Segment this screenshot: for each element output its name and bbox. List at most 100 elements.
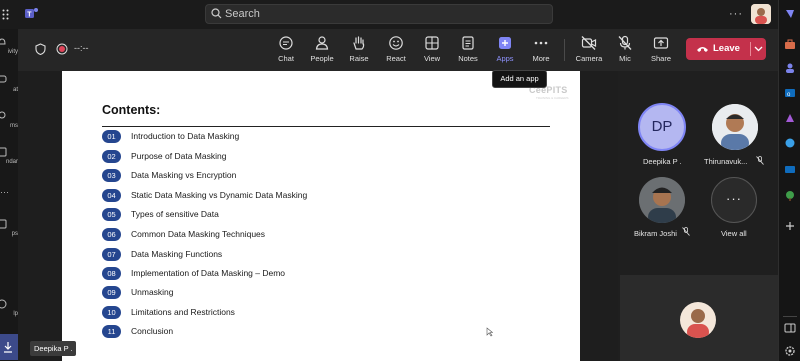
toolbar-divider xyxy=(564,39,565,61)
toc-text: Purpose of Data Masking xyxy=(131,151,227,161)
participant-name: Bikram Joshi xyxy=(634,229,677,238)
toc-text: Introduction to Data Masking xyxy=(131,131,240,141)
apps-icon xyxy=(499,37,511,49)
toc-text: Limitations and Restrictions xyxy=(131,307,235,317)
participants-panel: DP Deepika P . Thirunavuk... Bikram Josh… xyxy=(618,71,778,273)
toolbar-more-label: More xyxy=(532,54,550,63)
rail-help-label: lp xyxy=(13,311,18,317)
toc-text: Implementation of Data Masking – Demo xyxy=(131,268,286,278)
toolbar-chat-label: Chat xyxy=(278,54,294,63)
toc-text: Static Data Masking vs Dynamic Data Mask… xyxy=(131,190,308,200)
view-all-button[interactable]: ··· xyxy=(711,177,757,223)
participant-avatar[interactable]: DP xyxy=(638,103,686,151)
rail-apps[interactable]: ps xyxy=(0,219,18,237)
teams-icon xyxy=(0,111,6,119)
slide-title: Contents: xyxy=(102,103,161,117)
meeting-timer: --:-- xyxy=(74,43,89,53)
tree-icon[interactable] xyxy=(784,190,796,202)
more-options-icon[interactable]: ··· xyxy=(729,8,743,20)
view-all-icon: ··· xyxy=(726,191,742,206)
toc-number: 08 xyxy=(102,267,121,280)
chevron-down-icon xyxy=(754,46,763,52)
recording-icon xyxy=(56,43,68,55)
toolbar-react-label: React xyxy=(386,54,406,63)
leave-divider xyxy=(750,42,751,56)
outlook-icon[interactable]: o xyxy=(784,87,796,99)
participant-name: Deepika P . xyxy=(643,157,682,166)
toc-number: 07 xyxy=(102,248,121,261)
teams-logo-icon: T xyxy=(25,7,38,20)
rail-divider xyxy=(783,316,797,317)
left-rail: ivity at ms ndar ··· ps lp xyxy=(0,29,18,361)
sidebar-toggle-icon[interactable] xyxy=(784,323,796,333)
mic-muted-icon xyxy=(756,156,764,165)
toolbar-share-label: Share xyxy=(650,54,671,63)
search-input[interactable]: Search xyxy=(205,4,553,24)
mouse-cursor-icon xyxy=(486,327,493,337)
toolbar-share-button[interactable]: Share xyxy=(643,35,679,63)
top-bar: T Search ··· xyxy=(0,0,800,29)
toc-number: 06 xyxy=(102,228,121,241)
right-app-rail: o xyxy=(778,0,800,361)
toolbar-camera-label: Camera xyxy=(575,54,603,63)
toc-number: 01 xyxy=(102,130,121,143)
rail-more-icon[interactable]: ··· xyxy=(0,187,18,197)
download-button[interactable] xyxy=(0,334,18,360)
self-avatar[interactable] xyxy=(680,302,716,338)
chat-icon xyxy=(0,75,7,83)
participant-avatar[interactable] xyxy=(712,104,758,150)
people-icon[interactable] xyxy=(784,62,796,74)
mail-icon[interactable] xyxy=(784,163,796,175)
rail-teams[interactable]: ms xyxy=(0,111,18,129)
rail-help[interactable]: lp xyxy=(0,299,18,317)
camera-off-icon xyxy=(581,36,597,50)
add-icon[interactable] xyxy=(784,220,796,232)
toolbar-apps-label: Apps xyxy=(496,54,514,63)
toc-number: 04 xyxy=(102,189,121,202)
toolbar-more-button[interactable]: More xyxy=(523,35,559,63)
bookmark-icon[interactable] xyxy=(784,8,796,20)
participant-avatar[interactable] xyxy=(639,177,685,223)
gear-icon[interactable] xyxy=(784,345,796,357)
react-icon xyxy=(389,36,403,50)
toolbox-icon[interactable] xyxy=(784,38,796,50)
app-grid-icon[interactable] xyxy=(2,9,9,20)
toc-text: Common Data Masking Techniques xyxy=(131,229,266,239)
rail-teams-label: ms xyxy=(10,123,18,129)
toolbar-notes-label: Notes xyxy=(458,54,478,63)
user-avatar[interactable] xyxy=(751,4,771,24)
toolbar-people-label: People xyxy=(310,54,334,63)
more-icon xyxy=(534,41,548,45)
toolbar-raise-button[interactable]: Raise xyxy=(341,35,377,63)
shield-icon[interactable] xyxy=(35,43,46,55)
rail-calendar-label: ndar xyxy=(5,159,18,165)
rail-activity[interactable]: ivity xyxy=(0,37,18,55)
self-view-tile xyxy=(620,275,778,361)
toolbar-view-button[interactable]: View xyxy=(414,35,450,63)
leave-label: Leave xyxy=(713,43,740,54)
toc-number: 03 xyxy=(102,169,121,182)
toc-text: Data Masking vs Encryption xyxy=(131,170,237,180)
presenter-name-tag: Deepika P . xyxy=(30,341,76,356)
toolbar-mic-label: Mic xyxy=(619,54,631,63)
download-icon xyxy=(4,342,12,353)
toolbar-camera-button[interactable]: Camera xyxy=(571,35,607,63)
designer-icon[interactable] xyxy=(784,112,796,124)
toolbar-chat-button[interactable]: Chat xyxy=(268,35,304,63)
participant-initials: DP xyxy=(651,118,673,135)
rail-activity-label: ivity xyxy=(7,49,18,55)
rail-chat[interactable]: at xyxy=(0,75,18,93)
rail-calendar[interactable]: ndar xyxy=(0,147,18,165)
apps-tooltip: Add an app xyxy=(492,70,547,88)
leave-button[interactable]: Leave xyxy=(686,38,766,60)
toolbar-react-button[interactable]: React xyxy=(378,35,414,63)
toolbar-people-button[interactable]: People xyxy=(304,35,340,63)
hang-up-icon xyxy=(697,47,708,52)
raise-hand-icon xyxy=(353,36,365,50)
toolbar-apps-button[interactable]: Apps xyxy=(487,35,523,63)
copilot-icon[interactable] xyxy=(784,137,796,149)
share-icon xyxy=(653,37,669,49)
toolbar-mic-button[interactable]: Mic xyxy=(607,35,643,63)
mic-muted-icon xyxy=(682,227,690,236)
toolbar-notes-button[interactable]: Notes xyxy=(450,35,486,63)
